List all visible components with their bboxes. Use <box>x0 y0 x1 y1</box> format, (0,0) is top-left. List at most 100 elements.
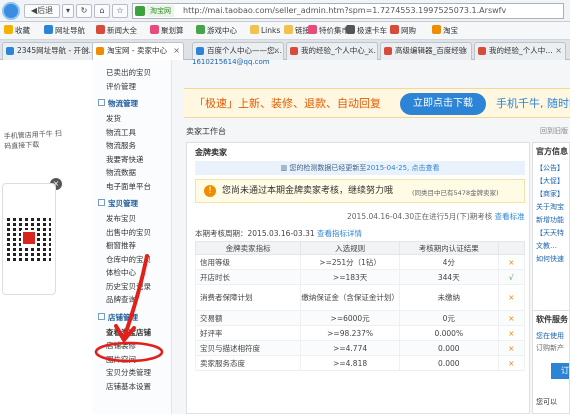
sidebar-item[interactable]: 橱窗推荐 <box>106 241 136 251</box>
assessment-warning: ! 您尚未通过本期金牌卖家考核，继续努力哦 (同类目中已有5478金牌卖家) <box>195 179 525 203</box>
tab-close-icon[interactable]: × <box>273 43 280 59</box>
bookmark-item[interactable]: 特价集市 <box>308 24 349 38</box>
sidebar-item[interactable]: 历史宝贝记录 <box>106 282 151 292</box>
back-label: 后退 <box>37 6 54 15</box>
history-dropdown-button[interactable]: ▾ <box>62 4 74 18</box>
sidebar-item[interactable]: 店铺装修 <box>106 341 136 351</box>
url-text[interactable]: http://mai.taobao.com/seller_admin.htm?s… <box>183 5 506 17</box>
back-button[interactable]: ◀后退 <box>24 4 60 18</box>
sidebar-item[interactable]: 物流数据 <box>106 168 136 178</box>
bookmark-icon <box>150 25 159 34</box>
bookmark-item[interactable]: 游戏中心 <box>196 24 237 38</box>
bookmark-item[interactable]: 网购 <box>390 24 416 38</box>
favorite-button[interactable]: ☆ <box>112 4 128 18</box>
sidebar-item[interactable]: 品牌查询 <box>106 295 136 305</box>
download-banner[interactable]: 「极速」上新、装修、退款、自动回复 立即点击下载 手机千牛, 随时随 <box>184 88 570 118</box>
table-row: 信用等级 >=251分（1钻） 4分 × <box>194 254 526 270</box>
sidebar-item[interactable]: 物流工具 <box>106 128 136 138</box>
sidebar-item[interactable]: 体检中心 <box>106 268 136 278</box>
alert-link[interactable]: 点击查看 <box>411 164 439 172</box>
bookmark-item[interactable]: 链接 <box>284 24 310 38</box>
collapse-icon <box>98 99 105 106</box>
bookmark-item[interactable]: 网址导航 <box>44 24 85 38</box>
collapse-icon <box>98 312 105 320</box>
sidebar-item[interactable]: 电子面单平台 <box>106 182 151 192</box>
news-link[interactable]: 【商家】 <box>536 189 564 199</box>
sidebar-item[interactable]: 宝贝分类管理 <box>106 368 151 378</box>
sidebar-item[interactable]: 我要寄快递 <box>106 155 144 165</box>
tab-close-icon[interactable]: × <box>461 43 468 59</box>
news-link[interactable]: 如何快速 <box>536 254 564 264</box>
table-cell: 信用等级 <box>194 254 302 270</box>
news-link[interactable]: 新增功能 <box>536 215 564 225</box>
shield-icon <box>135 6 145 16</box>
sidebar-section-head[interactable]: 宝贝管理 <box>98 199 138 209</box>
table-row: 消费者保障计划 缴纳保证金（含保证金计划） 未缴纳 × <box>194 284 526 311</box>
news-link[interactable]: 【公告】 <box>536 163 564 173</box>
period-link[interactable]: 查看标准 <box>495 212 525 221</box>
bookmark-item[interactable]: 新闻大全 <box>96 24 137 38</box>
bookmark-item[interactable]: 收藏 <box>4 24 30 38</box>
bookmark-item[interactable]: 极速卡车 <box>346 24 387 38</box>
sidebar-item[interactable]: 评价管理 <box>106 82 136 92</box>
cycle-label: 本期考核周期： <box>195 229 248 238</box>
browser-toolbar: ◀后退 ▾ ↻ ⌂ ☆ 淘宝网 http://mai.taobao.com/se… <box>0 0 570 22</box>
browser-logo-icon[interactable] <box>2 2 20 20</box>
bookmark-item[interactable]: 淘宝 <box>432 24 458 38</box>
address-bar[interactable]: 淘宝网 http://mai.taobao.com/seller_admin.h… <box>132 3 564 19</box>
software-service-panel: 软件服务 您在使用 订购新产 订 您可以 <box>532 310 570 414</box>
qianniu-logo-icon <box>21 230 37 246</box>
sidebar-section-head[interactable]: 店铺管理 <box>98 312 138 323</box>
bookmark-icon <box>4 25 13 34</box>
table-cell: 好评率 <box>194 325 302 341</box>
browser-tab[interactable]: 高级编辑器_百度经验 × <box>380 42 472 60</box>
order-button[interactable]: 订 <box>551 363 569 379</box>
table-header: 金牌卖家指标 <box>194 241 302 255</box>
banner-text: 「极速」上新、装修、退款、自动回复 <box>194 97 381 110</box>
sidebar-item[interactable]: 店铺基本设置 <box>106 382 151 392</box>
sidebar-section-head[interactable]: 物流管理 <box>98 99 138 109</box>
news-link[interactable]: 关于淘宝 <box>536 202 564 212</box>
table-cell: >=251分（1钻） <box>300 254 400 270</box>
old-version-link[interactable]: 回到旧版 <box>540 126 568 136</box>
bookmark-item[interactable]: 聚划算 <box>150 24 184 38</box>
bookmark-icon <box>96 25 105 34</box>
sidebar-item[interactable]: 查看淘宝店铺 <box>106 328 151 338</box>
table-cell: 卖家服务态度 <box>194 355 302 371</box>
cycle-link[interactable]: 查看指标详情 <box>317 229 362 238</box>
news-link[interactable]: 文教… <box>536 241 557 251</box>
news-link[interactable]: 【天天特 <box>536 228 564 238</box>
tab-favicon-icon <box>384 47 392 55</box>
download-button[interactable]: 立即点击下载 <box>400 93 486 115</box>
tab-close-icon[interactable]: × <box>555 43 562 59</box>
browser-tab[interactable]: 淘宝网 - 卖家中心 × <box>92 42 184 60</box>
bookmark-label: 网址导航 <box>55 26 85 35</box>
browser-tab[interactable]: 我的经验_个人中… × <box>474 42 566 60</box>
software-line-1[interactable]: 您在使用 <box>536 331 564 341</box>
qr-caption: 手机管店用千牛 扫码直接下载 <box>3 129 63 151</box>
home-button[interactable]: ⌂ <box>94 4 110 18</box>
tab-close-icon[interactable]: × <box>367 43 374 59</box>
sidebar-item[interactable]: 已卖出的宝贝 <box>106 68 151 78</box>
news-link[interactable]: 【大促】 <box>536 176 564 186</box>
browser-tab[interactable]: 我的经验_个人中心_… × <box>286 42 378 60</box>
sidebar-item[interactable]: 物流服务 <box>106 141 136 151</box>
bookmark-icon <box>44 25 53 34</box>
tab-close-icon[interactable]: × <box>173 43 180 59</box>
tab-close-icon[interactable]: × <box>83 43 90 59</box>
sidebar-item[interactable]: 出售中的宝贝 <box>106 228 151 238</box>
warning-text: 您尚未通过本期金牌卖家考核，继续努力哦 <box>222 186 394 196</box>
sidebar-item[interactable]: 图片空间 <box>106 355 136 365</box>
account-email[interactable]: 1610215614@qq.com <box>192 58 270 66</box>
sidebar-section-label: 店铺管理 <box>108 312 138 322</box>
sidebar-item[interactable]: 发布宝贝 <box>106 214 136 224</box>
sidebar-item[interactable]: 发货 <box>106 114 121 124</box>
software-line-3: 您可以 <box>536 398 557 406</box>
table-cell: 4分 <box>398 254 499 270</box>
sidebar-item[interactable]: 仓库中的宝贝 <box>106 255 151 265</box>
table-cell: 未缴纳 <box>398 284 499 311</box>
software-line-2: 订购新产 <box>536 344 564 352</box>
bookmark-item[interactable]: Links <box>250 24 280 38</box>
browser-tab[interactable]: 2345网址导航 - 开创… × <box>2 42 94 60</box>
refresh-button[interactable]: ↻ <box>76 4 92 18</box>
